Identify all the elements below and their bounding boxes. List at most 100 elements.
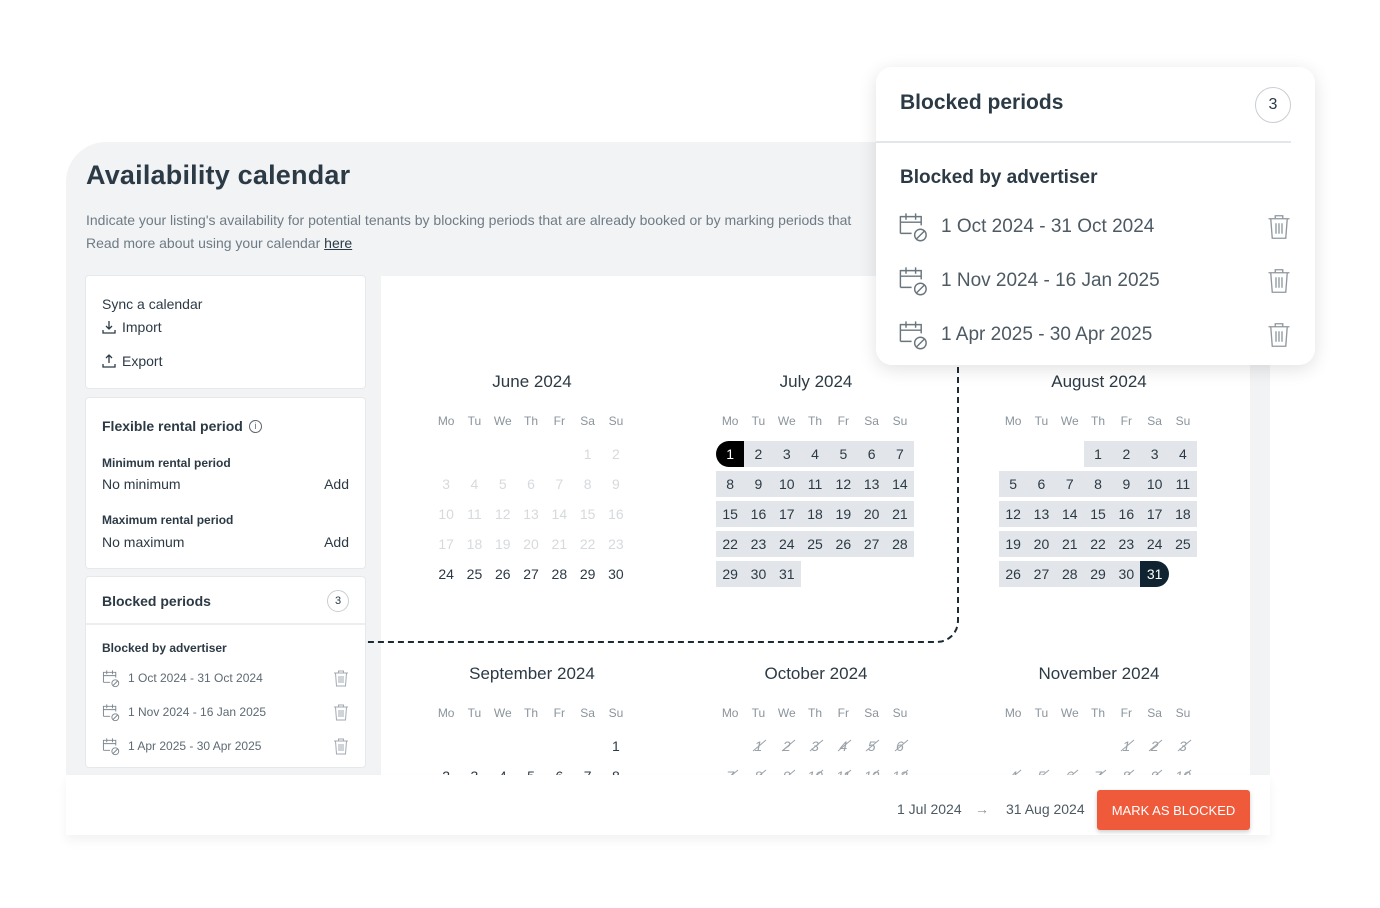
calendar-day[interactable]: 12 bbox=[999, 501, 1028, 527]
calendar-day[interactable]: 9 bbox=[744, 471, 773, 497]
calendar-day[interactable]: 20 bbox=[857, 501, 886, 527]
calendar-day[interactable]: 26 bbox=[829, 531, 858, 557]
mark-as-blocked-button[interactable]: MARK AS BLOCKED bbox=[1097, 790, 1250, 830]
calendar-day[interactable]: 6 bbox=[857, 441, 886, 467]
calendar-day[interactable]: 20 bbox=[1027, 531, 1056, 557]
calendar-day[interactable]: 5 bbox=[829, 441, 858, 467]
calendar-day: 17 bbox=[438, 536, 454, 552]
calendar-day[interactable]: 10 bbox=[772, 471, 801, 497]
calendar-day[interactable]: 28 bbox=[885, 531, 915, 557]
calendar-day[interactable]: 30 bbox=[1112, 561, 1141, 587]
calendar-day[interactable]: 24 bbox=[1140, 531, 1169, 557]
calendar-day: 9 bbox=[612, 476, 620, 492]
weekday-label: Tu bbox=[1034, 706, 1049, 720]
calendar-day[interactable]: 9 bbox=[1112, 471, 1141, 497]
calendar-day[interactable]: 11 bbox=[1168, 471, 1198, 497]
calendar-day[interactable]: 31 bbox=[772, 561, 801, 587]
calendar-day[interactable]: 7 bbox=[885, 441, 915, 467]
trash-icon[interactable] bbox=[333, 670, 349, 687]
blocked-periods-header[interactable]: Blocked periods 3 bbox=[86, 577, 365, 625]
empty-cell bbox=[489, 441, 517, 467]
calendar-day[interactable]: 3 bbox=[1140, 441, 1169, 467]
calendar-blocked-icon bbox=[102, 737, 120, 755]
calendar-day[interactable]: 11 bbox=[800, 471, 830, 497]
calendar-day[interactable]: 26 bbox=[999, 561, 1028, 587]
calendar-day[interactable]: 14 bbox=[1055, 501, 1084, 527]
calendar-day[interactable]: 30 bbox=[744, 561, 773, 587]
calendar-day[interactable]: 17 bbox=[772, 501, 801, 527]
calendar-day[interactable]: 19 bbox=[999, 531, 1028, 557]
range-start-day[interactable]: 1 bbox=[716, 441, 745, 467]
read-more-link[interactable]: here bbox=[324, 235, 352, 251]
blocked-day: 2 bbox=[1140, 733, 1168, 759]
calendar-day[interactable]: 19 bbox=[829, 501, 858, 527]
add-min-rental-button[interactable]: Add bbox=[324, 476, 349, 492]
calendar-day[interactable]: 29 bbox=[716, 561, 745, 587]
trash-icon[interactable] bbox=[1267, 322, 1291, 348]
calendar-day[interactable]: 22 bbox=[1083, 531, 1113, 557]
calendar-day[interactable]: 21 bbox=[885, 501, 915, 527]
weekday-label: Tu bbox=[467, 414, 482, 428]
calendar-day[interactable]: 2 bbox=[744, 441, 773, 467]
calendar-day[interactable]: 8 bbox=[716, 471, 745, 497]
calendar-day: 15 bbox=[579, 506, 596, 522]
calendar-day[interactable]: 15 bbox=[716, 501, 745, 527]
calendar-day[interactable]: 6 bbox=[1027, 471, 1056, 497]
flexible-rental-title: Flexible rental period i bbox=[102, 418, 262, 434]
calendar-day[interactable]: 1 bbox=[1083, 441, 1113, 467]
calendar-day[interactable]: 5 bbox=[999, 471, 1028, 497]
info-icon[interactable]: i bbox=[248, 419, 262, 433]
calendar-day[interactable]: 24 bbox=[772, 531, 801, 557]
calendar-day[interactable]: 23 bbox=[1112, 531, 1141, 557]
calendar-day[interactable]: 22 bbox=[716, 531, 745, 557]
calendar-day[interactable]: 4 bbox=[1168, 441, 1198, 467]
calendar-day[interactable]: 24 bbox=[432, 561, 460, 587]
calendar-day[interactable]: 13 bbox=[857, 471, 886, 497]
trash-icon[interactable] bbox=[1267, 214, 1291, 240]
calendar-day[interactable]: 15 bbox=[1083, 501, 1113, 527]
calendar-day[interactable]: 23 bbox=[744, 531, 773, 557]
import-link[interactable]: Import bbox=[102, 319, 162, 335]
calendar-day[interactable]: 4 bbox=[800, 441, 830, 467]
calendar-day[interactable]: 16 bbox=[744, 501, 773, 527]
range-end-day[interactable]: 31 bbox=[1140, 561, 1169, 587]
calendar-day: 19 bbox=[494, 536, 511, 552]
calendar-blocked-icon bbox=[102, 703, 120, 721]
calendar-day[interactable]: 30 bbox=[602, 561, 630, 587]
trash-icon[interactable] bbox=[333, 738, 349, 755]
calendar-day[interactable]: 10 bbox=[1140, 471, 1169, 497]
weekday-header: Mo Tu We Th Fr Sa Su bbox=[432, 706, 632, 722]
calendar-day[interactable]: 14 bbox=[885, 471, 915, 497]
calendar-day[interactable]: 3 bbox=[772, 441, 801, 467]
calendar-day[interactable]: 27 bbox=[517, 561, 545, 587]
calendar-day[interactable]: 27 bbox=[857, 531, 886, 557]
calendar-day[interactable]: 18 bbox=[1168, 501, 1198, 527]
calendar-day[interactable]: 21 bbox=[1055, 531, 1084, 557]
calendar-day[interactable]: 12 bbox=[829, 471, 858, 497]
calendar-day[interactable]: 25 bbox=[460, 561, 488, 587]
export-label: Export bbox=[122, 353, 163, 369]
calendar-day[interactable]: 29 bbox=[573, 561, 601, 587]
add-max-rental-button[interactable]: Add bbox=[324, 534, 349, 550]
calendar-day[interactable]: 25 bbox=[800, 531, 830, 557]
calendar-day[interactable]: 28 bbox=[545, 561, 573, 587]
trash-icon[interactable] bbox=[333, 704, 349, 721]
calendar-day[interactable]: 27 bbox=[1027, 561, 1056, 587]
calendar-day[interactable]: 16 bbox=[1112, 501, 1141, 527]
popup-period-item: 1 Apr 2025 - 30 Apr 2025 bbox=[898, 318, 1291, 352]
calendar-day[interactable]: 2 bbox=[1112, 441, 1141, 467]
calendar-day[interactable]: 25 bbox=[1168, 531, 1198, 557]
calendar-blocked-icon bbox=[899, 321, 927, 350]
calendar-day[interactable]: 26 bbox=[489, 561, 517, 587]
calendar-day[interactable]: 13 bbox=[1027, 501, 1056, 527]
calendar-day[interactable]: 29 bbox=[1083, 561, 1113, 587]
calendar-day[interactable]: 17 bbox=[1140, 501, 1169, 527]
calendar-day[interactable]: 7 bbox=[1055, 471, 1084, 497]
calendar-day[interactable]: 1 bbox=[602, 733, 630, 759]
calendar-day[interactable]: 18 bbox=[800, 501, 830, 527]
export-link[interactable]: Export bbox=[102, 353, 162, 369]
weekday-label: Tu bbox=[751, 414, 766, 428]
calendar-day[interactable]: 8 bbox=[1083, 471, 1113, 497]
trash-icon[interactable] bbox=[1267, 268, 1291, 294]
calendar-day[interactable]: 28 bbox=[1055, 561, 1084, 587]
